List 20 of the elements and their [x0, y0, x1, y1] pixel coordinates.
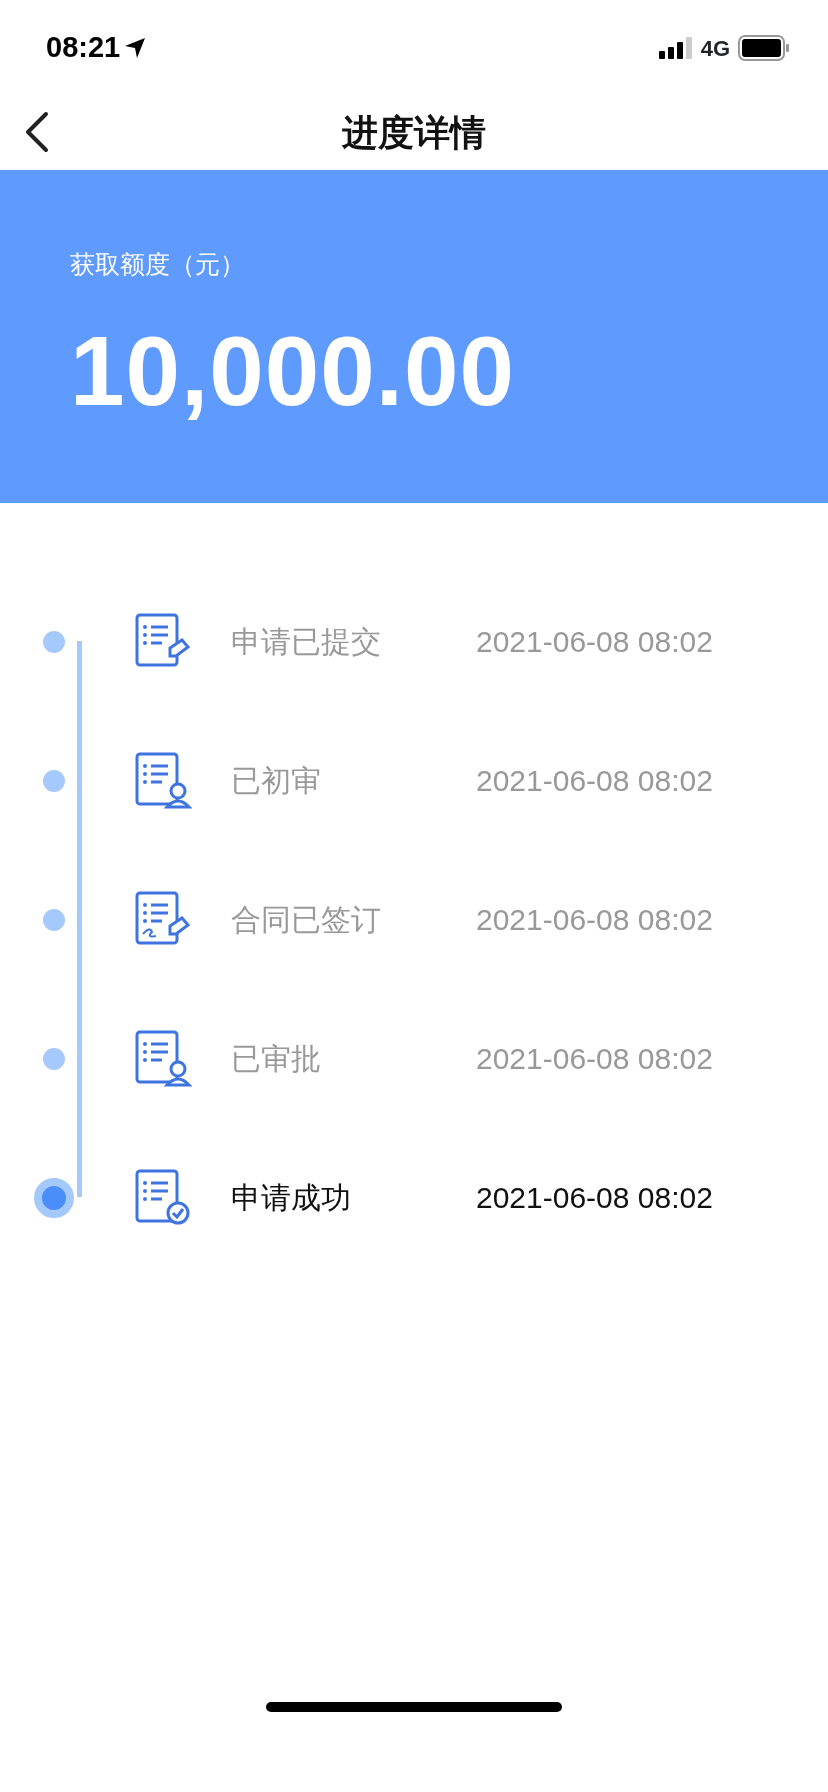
step-label: 申请成功	[231, 1180, 352, 1216]
step-label: 申请已提交	[231, 624, 382, 660]
step-time: 2021-06-08 08:02	[476, 1180, 713, 1216]
step-label: 已审批	[231, 1041, 322, 1077]
amount-value: 10,000.00	[70, 321, 516, 420]
step-time: 2021-06-08 08:02	[476, 763, 713, 799]
document-person-icon	[134, 1028, 192, 1089]
battery-icon	[738, 35, 790, 61]
step-time: 2021-06-08 08:02	[476, 902, 713, 938]
amount-label: 获取额度（元）	[70, 249, 246, 280]
step-label: 已初审	[231, 763, 322, 799]
page-title: 进度详情	[342, 111, 486, 155]
signal-icon	[658, 37, 693, 59]
step-time: 2021-06-08 08:02	[476, 1041, 713, 1077]
location-arrow-icon	[124, 37, 147, 59]
step-time: 2021-06-08 08:02	[476, 624, 713, 660]
network-label: 4G	[700, 34, 730, 63]
step-label: 合同已签订	[231, 902, 382, 938]
status-time: 08:21	[46, 30, 121, 66]
document-person-icon	[134, 750, 192, 811]
